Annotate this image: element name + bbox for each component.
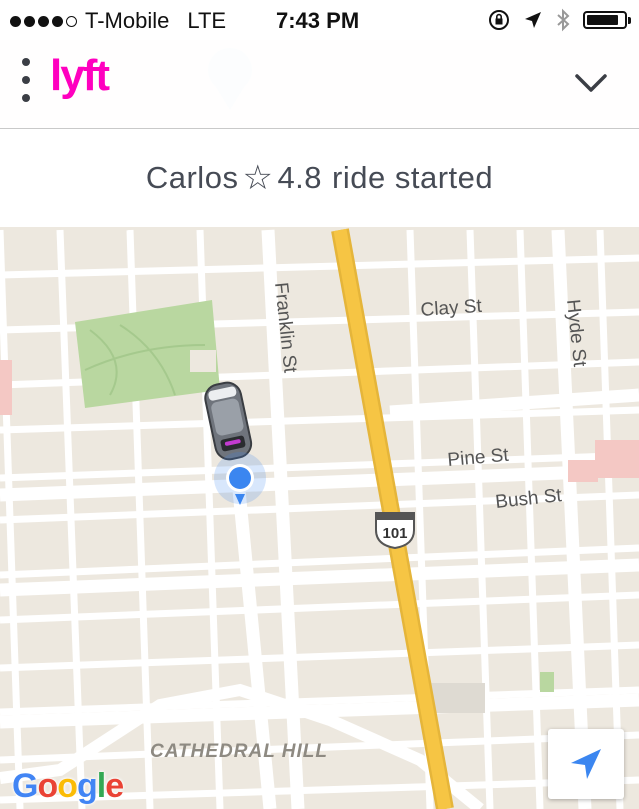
- highway-shield-label: 101: [382, 525, 407, 542]
- status-bar: T-Mobile LTE 7:43 PM: [0, 0, 639, 40]
- menu-button[interactable]: [14, 58, 38, 102]
- google-letter: o: [37, 767, 58, 805]
- star-icon: ☆: [242, 159, 274, 197]
- app-header: lyft: [0, 40, 639, 129]
- park: [540, 672, 554, 692]
- carrier-label: T-Mobile: [85, 8, 170, 33]
- building: [0, 360, 12, 415]
- location-arrow-icon: [525, 12, 541, 28]
- chevron-down-icon: [575, 74, 607, 92]
- google-letter: g: [77, 767, 98, 805]
- lyft-logo: lyft: [48, 50, 128, 110]
- status-right: [487, 8, 631, 32]
- google-attribution: Google: [12, 767, 124, 806]
- google-letter: e: [105, 767, 124, 805]
- neighborhood-label: CATHEDRAL HILL: [150, 741, 328, 762]
- status-left: T-Mobile LTE: [10, 8, 226, 34]
- locate-me-button[interactable]: [548, 729, 624, 799]
- bluetooth-icon: [557, 8, 570, 32]
- google-letter: l: [96, 767, 107, 805]
- clock: 7:43 PM: [276, 8, 360, 33]
- google-letter: o: [57, 767, 78, 805]
- signal-strength-icon: [10, 15, 77, 27]
- ride-status-banner: Carlos ☆ 4.8 ride started: [0, 129, 639, 227]
- highway-shield: 101: [375, 512, 415, 550]
- building: [595, 440, 639, 478]
- driver-name: Carlos: [145, 160, 239, 195]
- vertical-dots-icon: [22, 58, 30, 66]
- network-label: LTE: [187, 8, 227, 33]
- logo-text: lyft: [50, 51, 110, 100]
- building: [568, 460, 598, 482]
- battery-icon: [583, 11, 631, 29]
- google-letter: G: [12, 767, 38, 805]
- orientation-lock-icon: [489, 10, 509, 30]
- street-label-clay: Clay St: [420, 296, 483, 321]
- navigation-arrow-icon: [571, 749, 601, 779]
- driver-rating: 4.8: [277, 160, 323, 195]
- ride-status: ride started: [332, 160, 494, 195]
- collapse-button[interactable]: [571, 68, 611, 98]
